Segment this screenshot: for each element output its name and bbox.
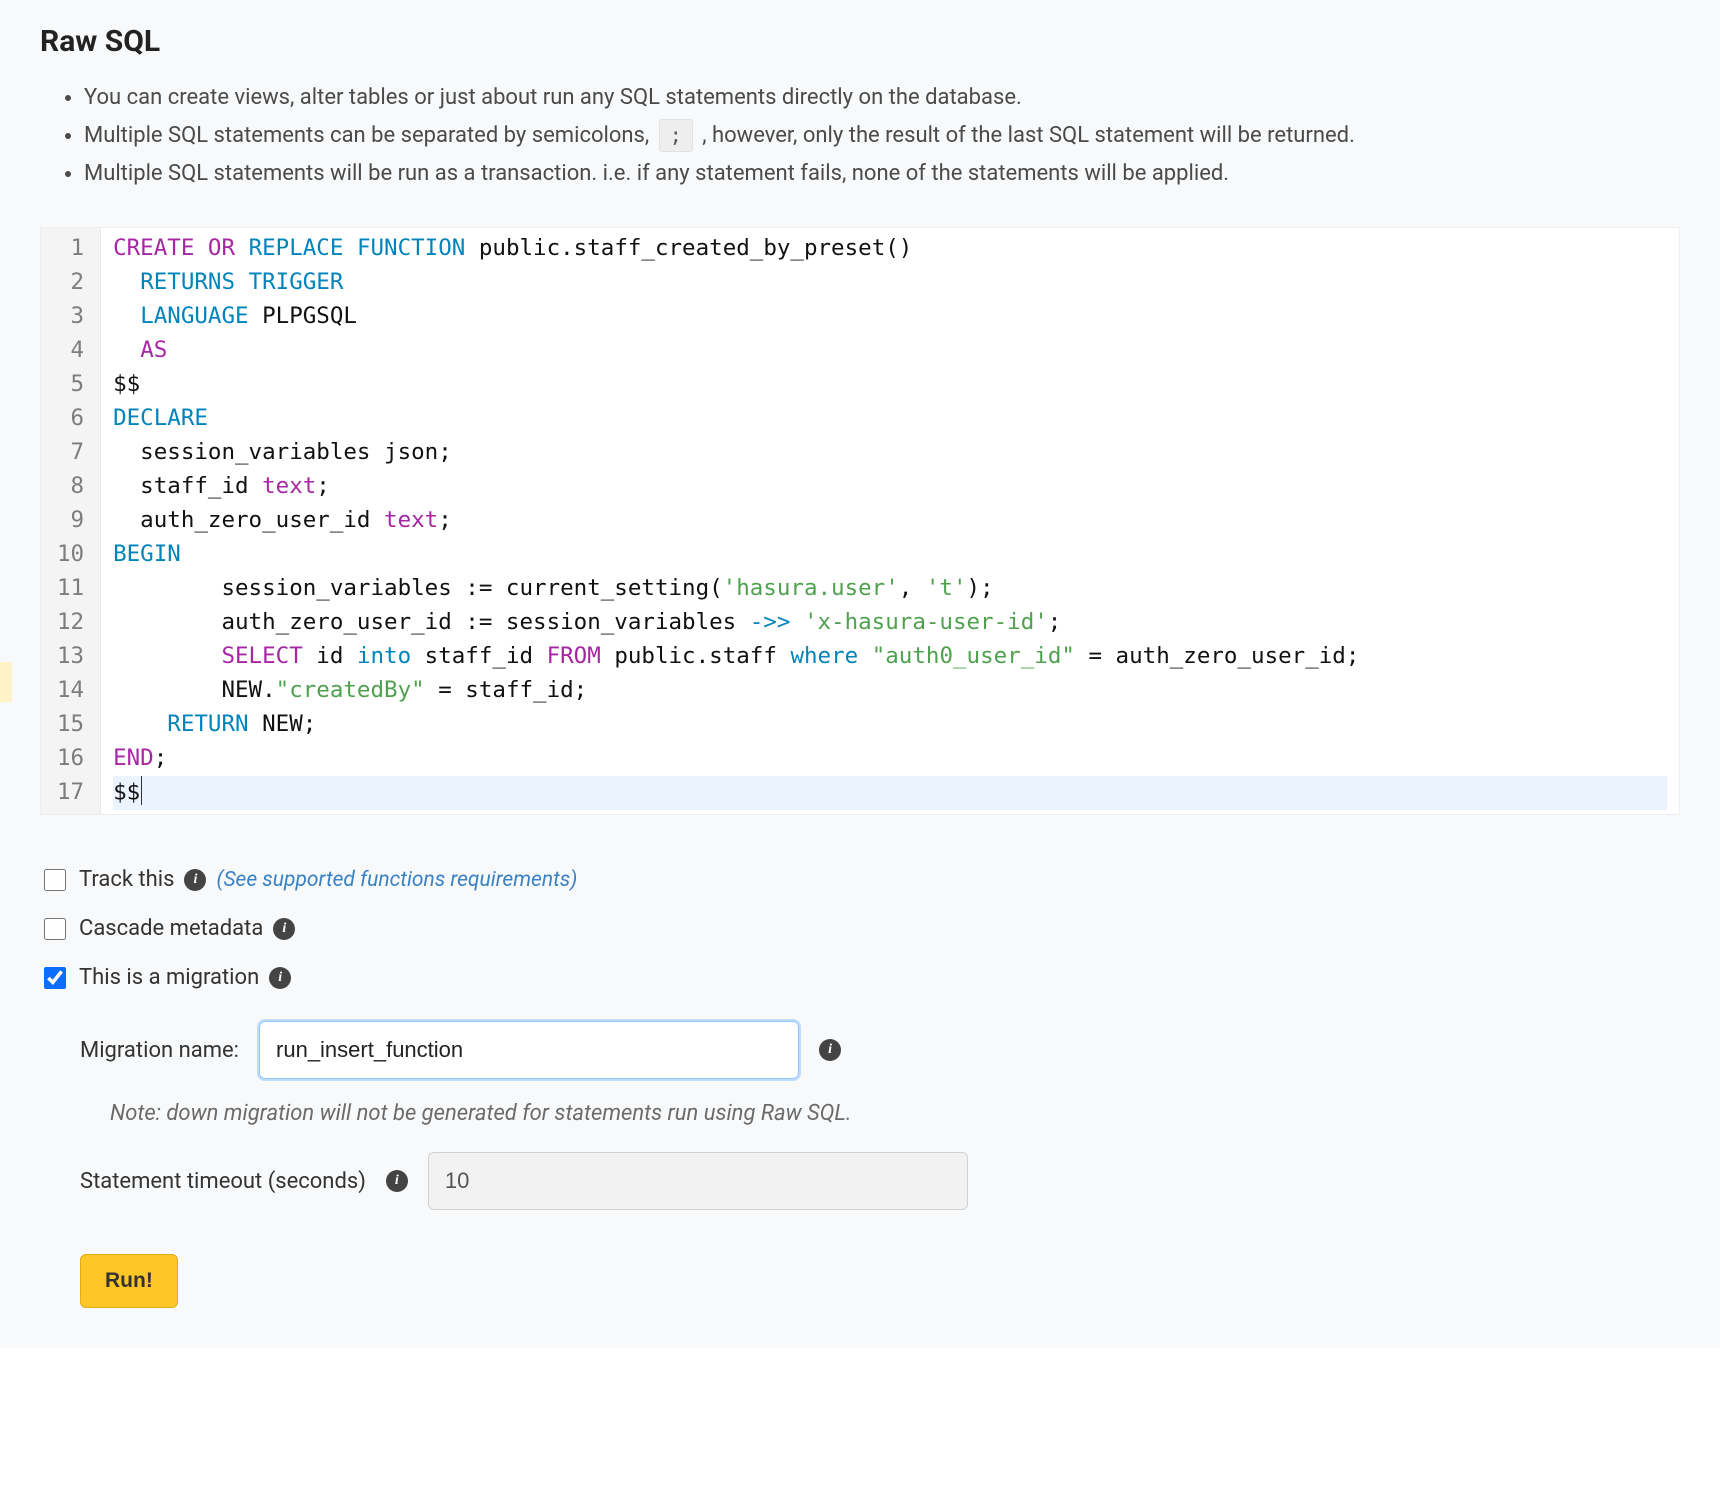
track-hint-link[interactable]: (See supported functions requirements) [216, 866, 577, 895]
timeout-input[interactable] [428, 1152, 968, 1210]
cascade-metadata-label: Cascade metadata [79, 914, 263, 945]
sql-editor[interactable]: 1234567891011121314151617 CREATE OR REPL… [40, 227, 1680, 815]
info-icon[interactable]: i [386, 1170, 408, 1192]
editor-gutter: 1234567891011121314151617 [41, 228, 101, 814]
sidebar-accent-stripe [0, 662, 12, 702]
migration-checkbox[interactable] [44, 967, 66, 989]
track-this-label: Track this [79, 865, 174, 896]
migration-note: Note: down migration will not be generat… [40, 1085, 1680, 1130]
semicolon-kbd: ; [659, 119, 693, 152]
page-title: Raw SQL [40, 24, 1680, 59]
migration-label: This is a migration [79, 963, 259, 994]
cascade-metadata-checkbox[interactable] [44, 918, 66, 940]
raw-sql-page: Raw SQL You can create views, alter tabl… [0, 0, 1720, 1348]
migration-name-input[interactable] [259, 1021, 799, 1079]
timeout-label: Statement timeout (seconds) [80, 1169, 366, 1194]
intro-bullet: You can create views, alter tables or ju… [84, 81, 1680, 115]
info-icon[interactable]: i [184, 869, 206, 891]
run-button[interactable]: Run! [80, 1254, 178, 1308]
editor-code[interactable]: CREATE OR REPLACE FUNCTION public.staff_… [101, 228, 1679, 814]
info-icon[interactable]: i [819, 1039, 841, 1061]
intro-bullet: Multiple SQL statements can be separated… [84, 119, 1680, 153]
info-icon[interactable]: i [273, 918, 295, 940]
info-icon[interactable]: i [269, 967, 291, 989]
track-this-checkbox[interactable] [44, 869, 66, 891]
intro-bullet: Multiple SQL statements will be run as a… [84, 157, 1680, 191]
intro-notes: You can create views, alter tables or ju… [0, 67, 1720, 207]
migration-name-label: Migration name: [80, 1038, 239, 1063]
